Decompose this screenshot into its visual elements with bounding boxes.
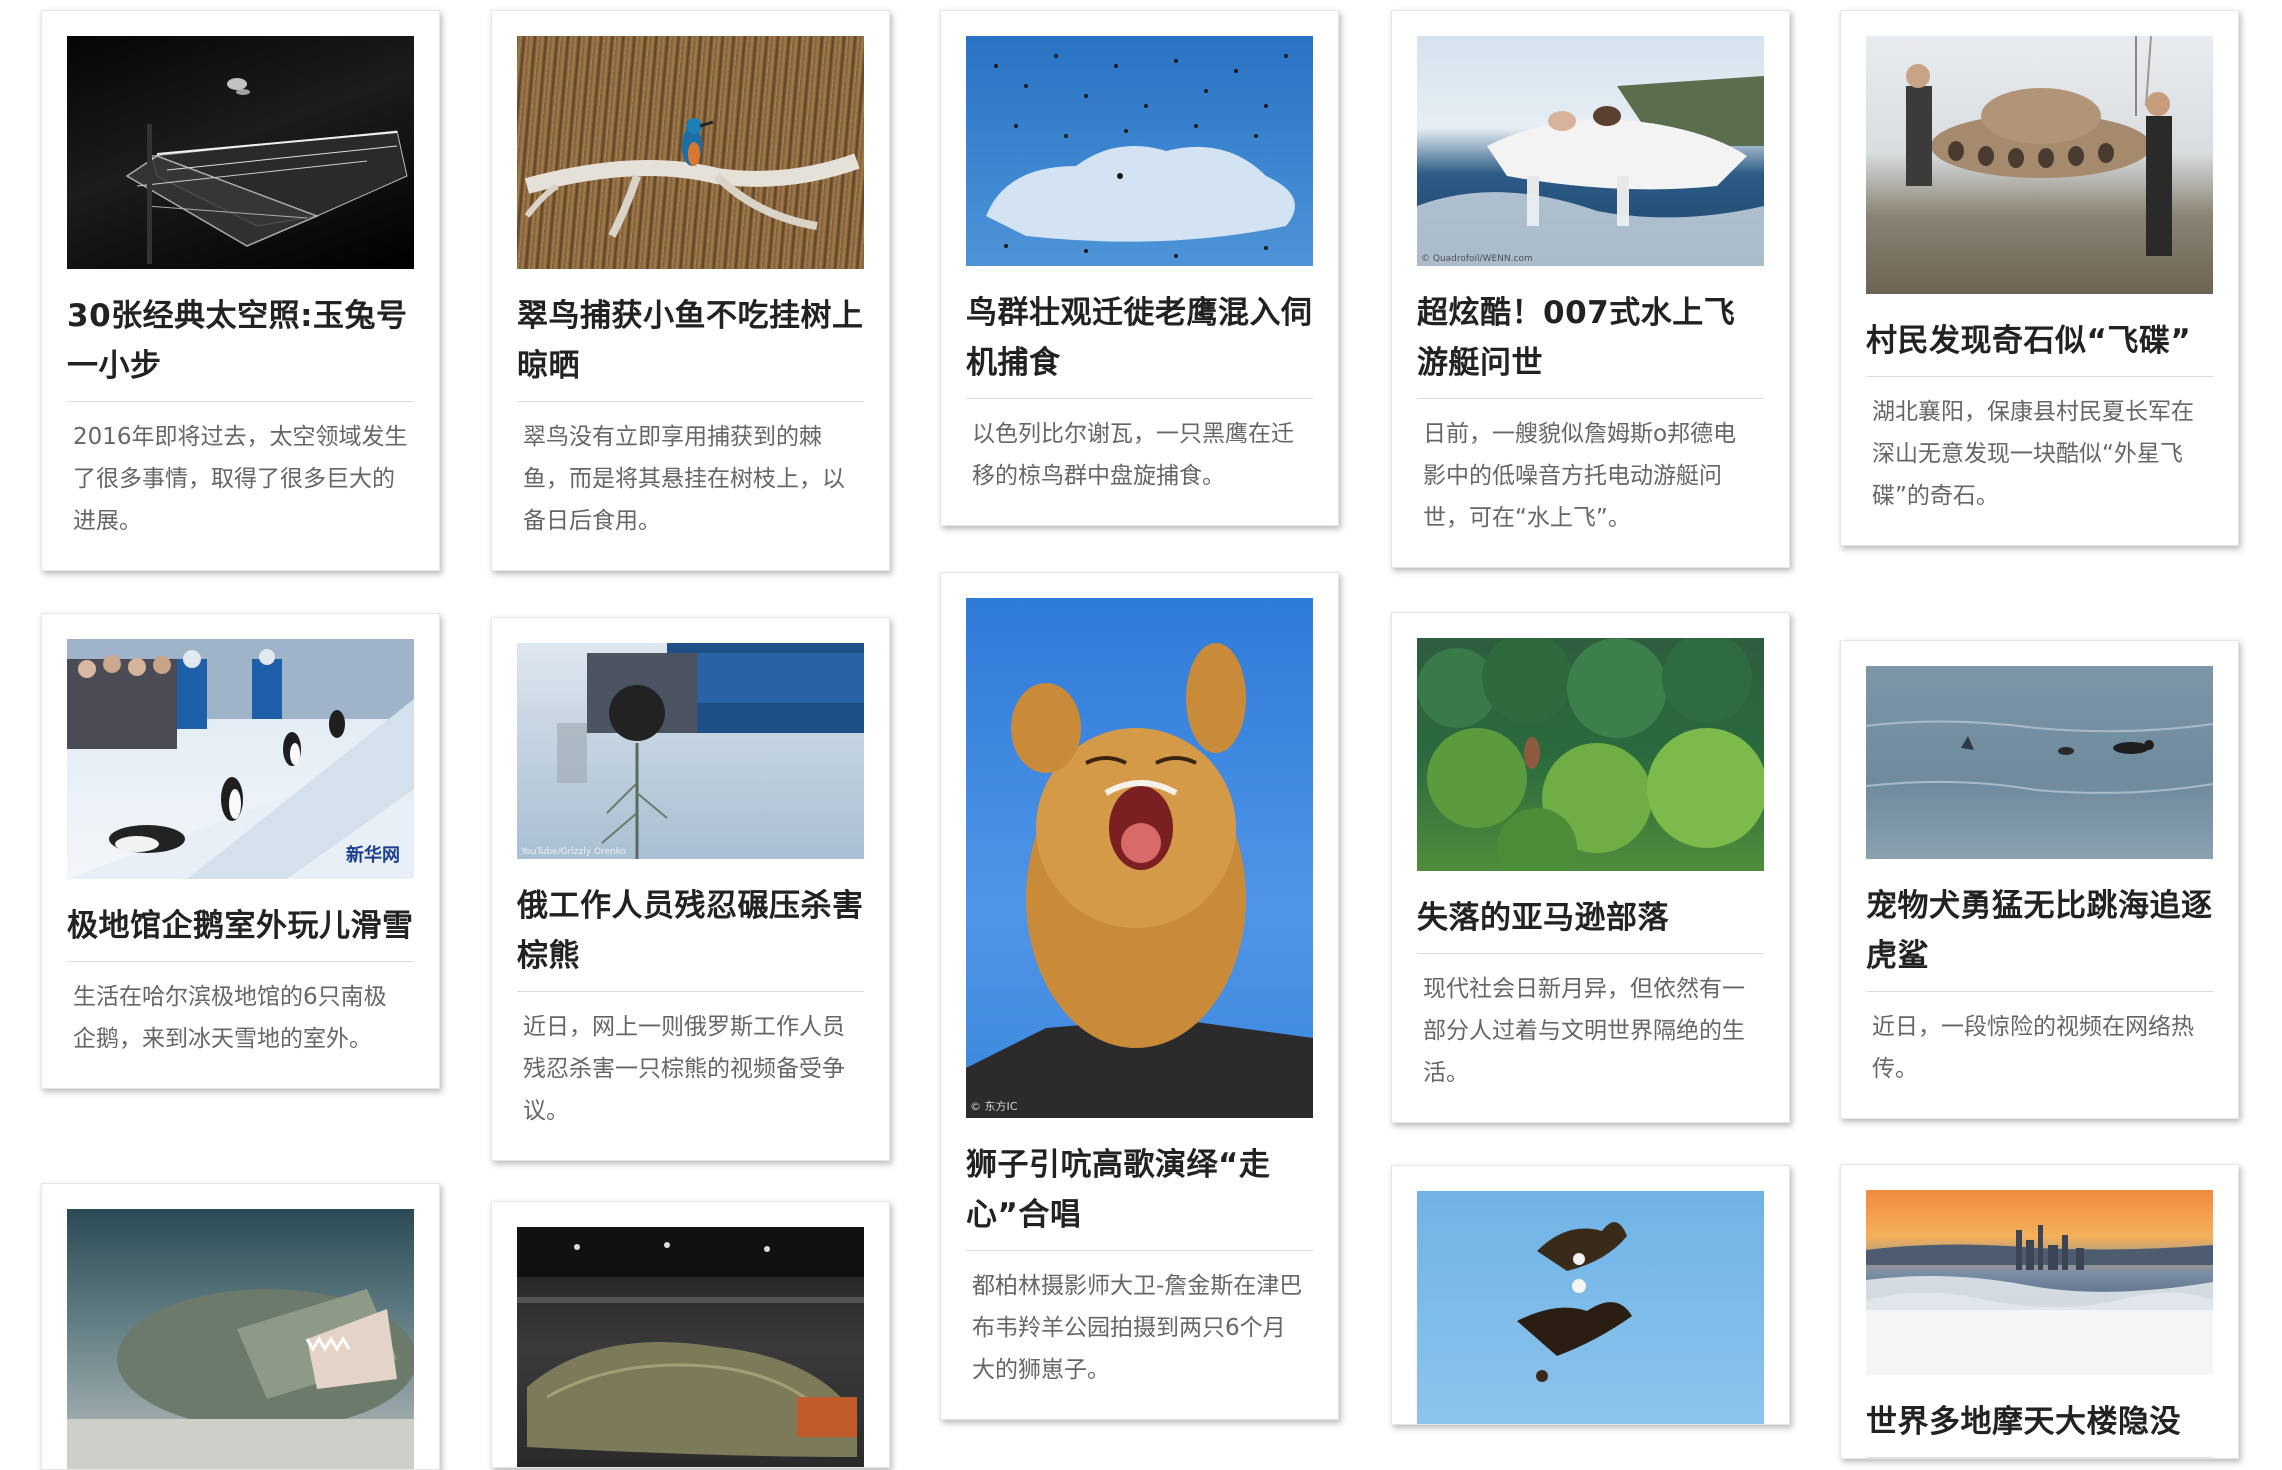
news-card[interactable] bbox=[1391, 1165, 1790, 1425]
news-card[interactable]: 世界多地摩天大楼隐没 bbox=[1840, 1164, 2239, 1459]
card-description: 2016年即将过去，太空领域发生了很多事情，取得了很多巨大的进展。 bbox=[73, 424, 408, 534]
card-title[interactable]: 超炫酷！007式水上飞游艇问世 bbox=[1417, 288, 1764, 399]
card-title[interactable]: 鸟群壮观迁徙老鹰混入伺机捕食 bbox=[966, 288, 1313, 399]
card-image-space[interactable] bbox=[67, 36, 414, 269]
card-image-penguins[interactable]: 新华网 bbox=[67, 639, 414, 879]
news-card[interactable]: 村民发现奇石似“飞碟” 湖北襄阳，保康县村民夏长军在深山无意发现一块酷似“外星飞… bbox=[1840, 10, 2239, 546]
news-card[interactable]: 鸟群壮观迁徙老鹰混入伺机捕食 以色列比尔谢瓦，一只黑鹰在迁移的椋鸟群中盘旋捕食。 bbox=[940, 10, 1339, 526]
image-credit: © Quadrofoil/WENN.com bbox=[1421, 254, 1533, 264]
news-card[interactable]: 失落的亚马逊部落 现代社会日新月异，但依然有一部分人过着与文明世界隔绝的生活。 bbox=[1391, 612, 1790, 1123]
card-description: 近日，网上一则俄罗斯工作人员残忍杀害一只棕熊的视频备受争议。 bbox=[523, 1014, 845, 1124]
news-card[interactable]: © 东方IC 狮子引吭高歌演绎“走心”合唱 都柏林摄影师大卫-詹金斯在津巴布韦羚… bbox=[940, 572, 1339, 1420]
card-title[interactable]: 俄工作人员残忍碾压杀害棕熊 bbox=[517, 881, 864, 992]
card-description: 都柏林摄影师大卫-詹金斯在津巴布韦羚羊公园拍摄到两只6个月大的狮崽子。 bbox=[972, 1273, 1303, 1383]
card-title[interactable]: 极地馆企鹅室外玩儿滑雪 bbox=[67, 901, 414, 962]
card-image-crocodile[interactable] bbox=[67, 1209, 414, 1469]
card-description: 湖北襄阳，保康县村民夏长军在深山无意发现一块酷似“外星飞碟”的奇石。 bbox=[1872, 399, 2194, 509]
card-title[interactable]: 翠鸟捕获小鱼不吃挂树上晾晒 bbox=[517, 291, 864, 402]
card-image-dog-shark[interactable] bbox=[1866, 666, 2213, 859]
card-description: 日前，一艘貌似詹姆斯o邦德电影中的低噪音方托电动游艇问世，可在“水上飞”。 bbox=[1423, 421, 1737, 531]
card-description: 翠鸟没有立即享用捕获到的棘鱼，而是将其悬挂在树枝上，以备日后食用。 bbox=[523, 424, 845, 534]
card-image-ufo-rock[interactable] bbox=[1866, 36, 2213, 294]
card-image-bear-truck[interactable]: YouTube/Grizzly Orenko bbox=[517, 643, 864, 859]
card-image-starlings[interactable] bbox=[966, 36, 1313, 266]
card-image-amazon[interactable] bbox=[1417, 638, 1764, 871]
card-title[interactable]: 村民发现奇石似“飞碟” bbox=[1866, 316, 2213, 377]
news-card[interactable]: 宠物犬勇猛无比跳海追逐虎鲨 近日，一段惊险的视频在网络热传。 bbox=[1840, 640, 2239, 1119]
card-image-kingfisher[interactable] bbox=[517, 36, 864, 269]
card-title[interactable]: 30张经典太空照:玉兔号一小步 bbox=[67, 291, 414, 402]
card-image-hydrofoil[interactable]: © Quadrofoil/WENN.com bbox=[1417, 36, 1764, 266]
card-title[interactable]: 狮子引吭高歌演绎“走心”合唱 bbox=[966, 1140, 1313, 1251]
image-credit: © 东方IC bbox=[970, 1100, 1018, 1113]
card-title[interactable]: 世界多地摩天大楼隐没 bbox=[1866, 1397, 2213, 1458]
card-image-jade-suit[interactable] bbox=[517, 1227, 864, 1467]
card-image-eagles[interactable] bbox=[1417, 1191, 1764, 1424]
card-description: 生活在哈尔滨极地馆的6只南极企鹅，来到冰天雪地的室外。 bbox=[73, 984, 387, 1052]
card-description: 现代社会日新月异，但依然有一部分人过着与文明世界隔绝的生活。 bbox=[1423, 976, 1745, 1086]
news-card[interactable] bbox=[41, 1183, 440, 1470]
news-card[interactable]: YouTube/Grizzly Orenko 俄工作人员残忍碾压杀害棕熊 近日，… bbox=[491, 617, 890, 1161]
image-credit: YouTube/Grizzly Orenko bbox=[521, 847, 627, 857]
card-description: 近日，一段惊险的视频在网络热传。 bbox=[1872, 1014, 2194, 1082]
card-description: 以色列比尔谢瓦，一只黑鹰在迁移的椋鸟群中盘旋捕食。 bbox=[972, 421, 1294, 489]
news-card[interactable]: 新华网 极地馆企鹅室外玩儿滑雪 生活在哈尔滨极地馆的6只南极企鹅，来到冰天雪地的… bbox=[41, 613, 440, 1089]
news-card[interactable]: 30张经典太空照:玉兔号一小步 2016年即将过去，太空领域发生了很多事情，取得… bbox=[41, 10, 440, 571]
card-image-lion-cub[interactable]: © 东方IC bbox=[966, 598, 1313, 1118]
news-card[interactable] bbox=[491, 1201, 890, 1468]
card-title[interactable]: 宠物犬勇猛无比跳海追逐虎鲨 bbox=[1866, 881, 2213, 992]
news-card[interactable]: 翠鸟捕获小鱼不吃挂树上晾晒 翠鸟没有立即享用捕获到的棘鱼，而是将其悬挂在树枝上，… bbox=[491, 10, 890, 571]
card-title[interactable]: 失落的亚马逊部落 bbox=[1417, 893, 1764, 954]
xinhua-logo: 新华网 bbox=[346, 845, 400, 866]
news-card[interactable]: © Quadrofoil/WENN.com 超炫酷！007式水上飞游艇问世 日前… bbox=[1391, 10, 1790, 568]
card-image-skyline[interactable] bbox=[1866, 1190, 2213, 1375]
